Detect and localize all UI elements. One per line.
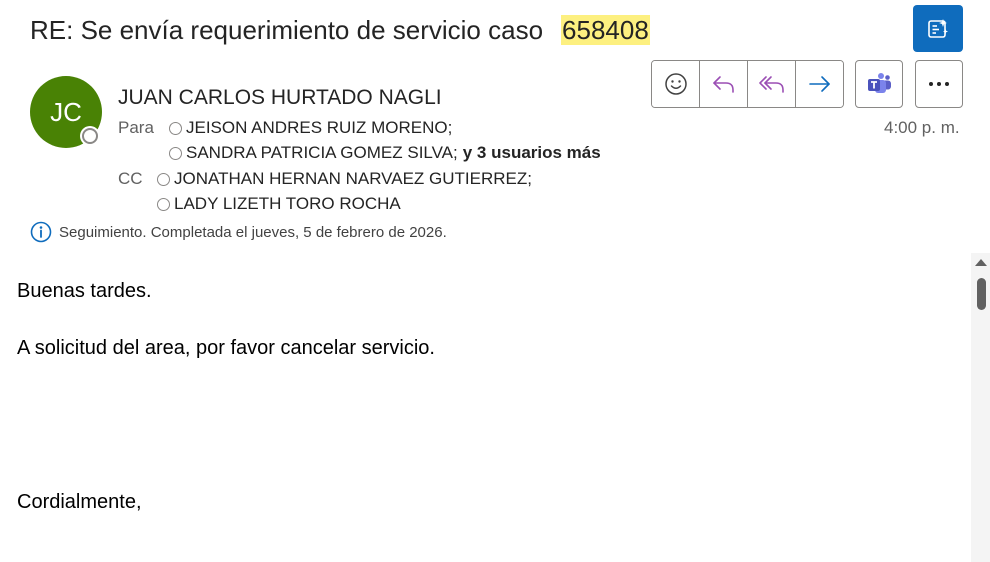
more-recipients-link[interactable]: y 3 usuarios más	[463, 143, 601, 163]
recipient-name: JONATHAN HERNAN NARVAEZ GUTIERREZ;	[174, 169, 532, 188]
more-actions-button[interactable]	[915, 60, 963, 108]
presence-status-icon	[82, 128, 98, 144]
presence-ring-icon	[157, 172, 170, 186]
reply-button[interactable]	[700, 61, 748, 107]
received-time: 4:00 p. m.	[884, 118, 960, 137]
body-greeting: Buenas tardes.	[17, 280, 152, 302]
scroll-up-arrow-icon[interactable]	[975, 259, 987, 266]
teams-chat-button[interactable]	[855, 60, 903, 108]
reply-icon	[712, 76, 734, 93]
scroll-thumb[interactable]	[977, 278, 986, 310]
presence-ring-icon	[157, 197, 170, 211]
message-subject: RE: Se envía requerimiento de servicio c…	[30, 10, 650, 50]
highlighted-case-number: 658408	[561, 15, 650, 45]
emoji-icon	[664, 73, 687, 95]
reply-all-icon	[758, 76, 784, 93]
copilot-summary-button[interactable]	[913, 5, 963, 52]
presence-ring-icon	[169, 146, 182, 160]
recipient-name: LADY LIZETH TORO ROCHA	[174, 194, 401, 213]
recipient-name: SANDRA PATRICIA GOMEZ SILVA;	[186, 143, 458, 162]
teams-icon	[868, 73, 891, 93]
subject-text: RE: Se envía requerimiento de servicio c…	[30, 15, 544, 45]
react-button[interactable]	[652, 61, 700, 107]
reply-action-group	[651, 60, 844, 108]
avatar-initials: JC	[50, 96, 82, 127]
reply-all-button[interactable]	[748, 61, 796, 107]
forward-button[interactable]	[796, 61, 843, 107]
followup-text: Seguimiento. Completada el jueves, 5 de …	[59, 223, 447, 241]
body-message: A solicitud del area, por favor cancelar…	[17, 337, 435, 359]
cc-recipient[interactable]: JONATHAN HERNAN NARVAEZ GUTIERREZ;	[157, 169, 532, 189]
to-label: Para	[118, 118, 154, 137]
more-icon	[929, 82, 949, 86]
presence-ring-icon	[169, 121, 182, 135]
body-closing: Cordialmente,	[17, 491, 142, 513]
cc-label: CC	[118, 169, 143, 188]
sender-name[interactable]: JUAN CARLOS HURTADO NAGLI	[118, 86, 442, 110]
recipient-name: JEISON ANDRES RUIZ MORENO;	[186, 118, 453, 137]
followup-infobar: Seguimiento. Completada el jueves, 5 de …	[30, 221, 447, 243]
info-icon	[30, 221, 52, 243]
to-recipient[interactable]: SANDRA PATRICIA GOMEZ SILVA; y 3 usuario…	[169, 143, 601, 163]
reading-pane-scrollbar[interactable]	[971, 253, 990, 562]
message-actions-toolbar	[651, 60, 844, 108]
forward-icon	[808, 76, 830, 92]
to-recipient[interactable]: JEISON ANDRES RUIZ MORENO;	[169, 118, 452, 138]
cc-recipient[interactable]: LADY LIZETH TORO ROCHA	[157, 194, 401, 214]
copilot-summary-icon	[928, 18, 948, 38]
